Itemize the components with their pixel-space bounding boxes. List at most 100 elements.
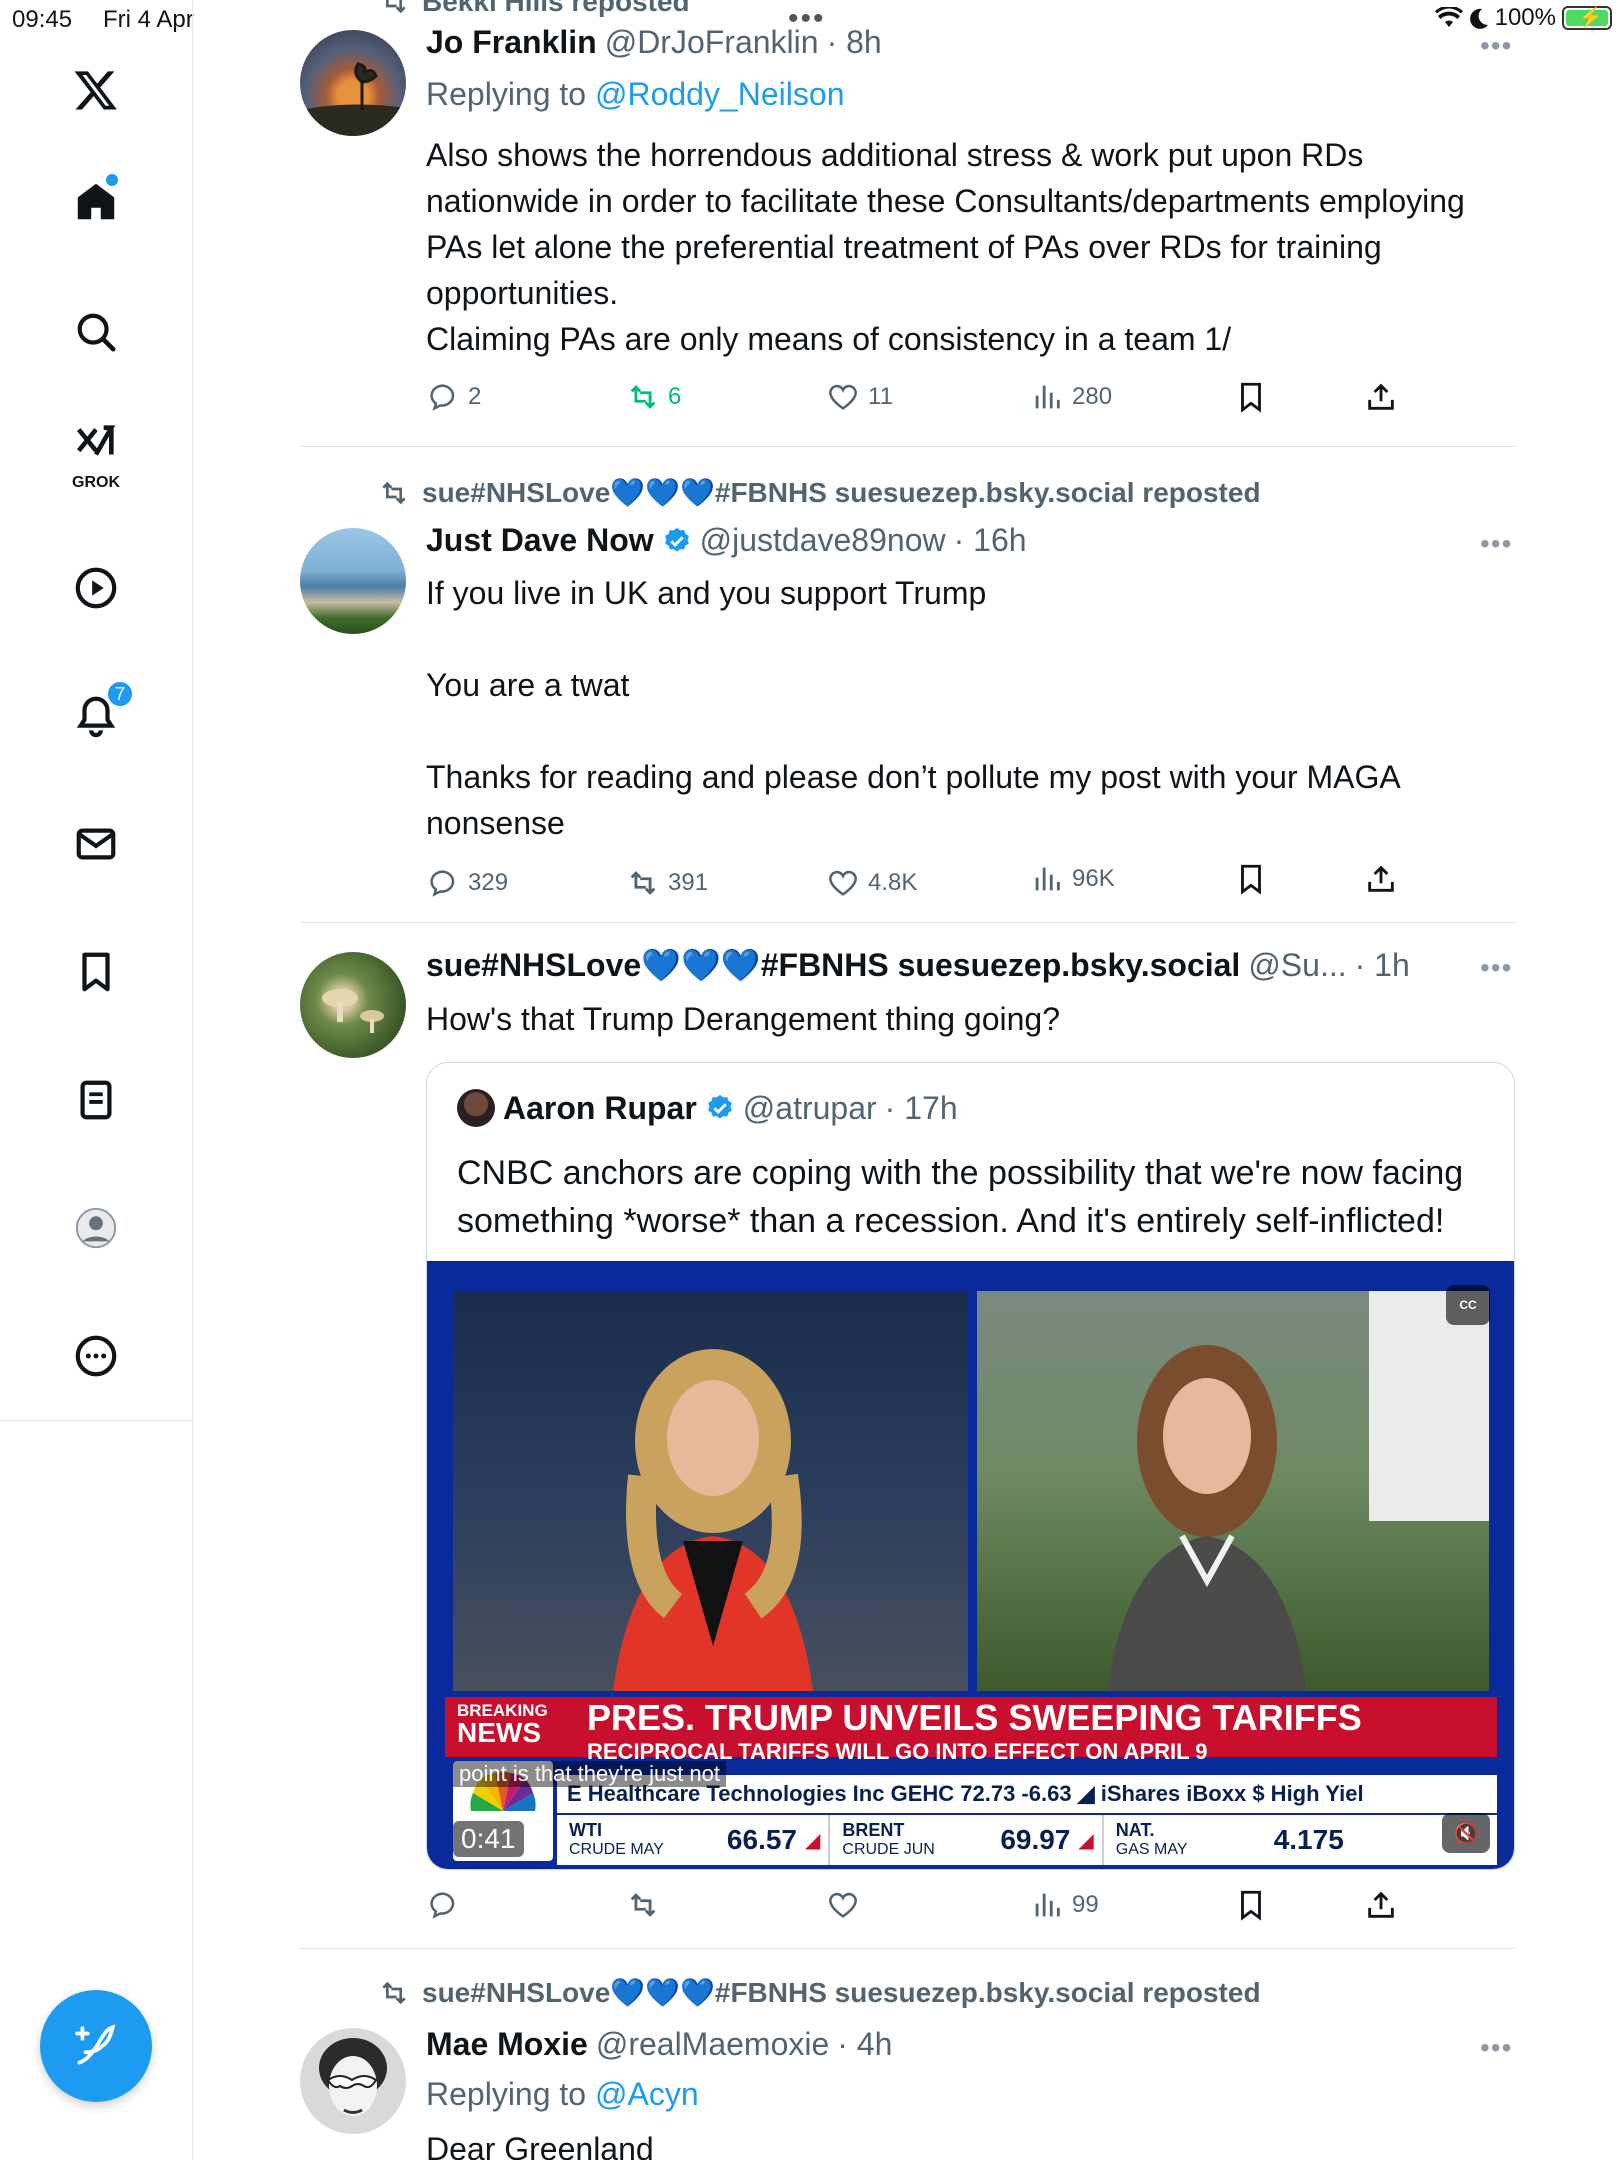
views-button[interactable]: 96K [1030, 862, 1115, 896]
more-icon[interactable] [60, 1320, 132, 1392]
share-button[interactable] [1364, 862, 1398, 896]
wifi-icon [1434, 7, 1463, 27]
video-player[interactable]: BREAKING NEWS PRES. TRUMP UNVEILS SWEEPI… [427, 1261, 1514, 1869]
author-name[interactable]: Jo Franklin [426, 24, 597, 61]
replying-to: Replying to @Roddy_Neilson [426, 76, 844, 113]
like-icon [829, 1892, 857, 1918]
author-name[interactable]: sue#NHSLove💙💙💙#FBNHS suesuezep.bsky.soci… [426, 946, 1240, 984]
market-sublabel: CRUDE JUN [842, 1841, 935, 1858]
author-handle[interactable]: @Su... [1248, 947, 1346, 984]
author-handle[interactable]: @justdave89now [700, 522, 946, 559]
tweet-text: Also shows the horrendous additional str… [426, 137, 1465, 357]
profile-icon[interactable] [60, 1192, 132, 1264]
x-logo-icon[interactable] [60, 54, 132, 126]
repost-icon [630, 1893, 656, 1917]
bell-icon[interactable]: 7 [60, 680, 134, 752]
tweet-more-icon[interactable]: ••• [1480, 528, 1512, 560]
author-name[interactable]: Just Dave Now [426, 522, 654, 559]
repost-count: 391 [668, 869, 709, 896]
repost-icon [630, 871, 656, 895]
view-count: 99 [1072, 1891, 1099, 1918]
tweet-time[interactable]: · 1h [1355, 947, 1410, 984]
mute-icon[interactable]: 🔇 [1442, 1813, 1490, 1853]
home-icon[interactable] [60, 166, 132, 238]
repost-icon [630, 385, 656, 409]
quoted-tweet-time[interactable]: · 17h [885, 1090, 958, 1127]
market-item: WTI CRUDE MAY 66.57 ◢ [557, 1815, 831, 1865]
repost-button[interactable]: 6 [626, 380, 681, 414]
notifications-badge: 7 [106, 680, 134, 708]
grok-label: GROK [72, 474, 120, 491]
author-handle[interactable]: @DrJoFranklin [605, 24, 819, 61]
bookmark-icon [1241, 382, 1261, 413]
repost-icon [382, 481, 406, 504]
like-count: 11 [868, 383, 893, 410]
like-button[interactable] [826, 1888, 860, 1922]
video-icon[interactable] [60, 552, 132, 624]
repost-button[interactable] [626, 1888, 660, 1922]
bookmark-button[interactable] [1234, 1888, 1268, 1922]
breaking-news-label: BREAKING NEWS [457, 1702, 548, 1747]
market-value: 66.57 [726, 1824, 797, 1855]
author-name[interactable]: Mae Moxie [426, 2026, 588, 2063]
search-icon[interactable] [60, 296, 132, 368]
lists-icon[interactable] [60, 1064, 132, 1136]
views-icon [1035, 1893, 1060, 1917]
avatar[interactable] [300, 30, 406, 136]
quoted-author-name[interactable]: Aaron Rupar [503, 1090, 697, 1127]
bookmark-button[interactable] [1234, 380, 1268, 414]
repost-button[interactable]: 391 [626, 866, 708, 900]
replying-to: Replying to @Acyn [426, 2076, 699, 2113]
avatar[interactable] [300, 952, 406, 1058]
views-button[interactable]: 99 [1030, 1888, 1099, 1922]
sidebar-divider [0, 1420, 193, 1421]
compose-button[interactable] [40, 1990, 152, 2102]
repost-context: sue#NHSLove💙💙💙#FBNHS suesuezep.bsky.soci… [378, 476, 1261, 509]
reply-button[interactable]: 2 [426, 380, 481, 414]
tweet-header: Jo Franklin @DrJoFranklin · 8h [426, 24, 882, 61]
reply-button[interactable] [426, 1888, 460, 1922]
bookmark-button[interactable] [1234, 862, 1268, 896]
market-label: NAT. [1115, 1820, 1155, 1840]
like-button[interactable]: 4.8K [826, 866, 917, 900]
share-button[interactable] [1364, 380, 1398, 414]
view-count: 280 [1072, 383, 1113, 410]
reply-icon [430, 384, 455, 411]
quoted-avatar[interactable] [457, 1089, 495, 1127]
avatar[interactable] [300, 528, 406, 634]
share-button[interactable] [1364, 1888, 1398, 1922]
views-button[interactable]: 280 [1030, 380, 1112, 414]
tweet-text: Dear Greenland [426, 2131, 654, 2160]
reply-button[interactable]: 329 [426, 866, 508, 900]
tweet-time[interactable]: · 8h [827, 24, 882, 61]
replying-to-link[interactable]: @Roddy_Neilson [595, 76, 845, 112]
quoted-tweet[interactable]: Aaron Rupar @atrupar · 17h CNBC anchors … [426, 1062, 1515, 1870]
tweet-more-icon[interactable]: ••• [1480, 30, 1512, 62]
quoted-tweet-header: Aaron Rupar @atrupar · 17h [457, 1089, 958, 1127]
grok-icon[interactable]: GROK [60, 416, 132, 491]
market-item: NAT. GAS MAY 4.175 [1104, 1815, 1344, 1865]
market-value: 4.175 [1273, 1824, 1344, 1855]
closed-captions-icon[interactable]: CC [1446, 1285, 1490, 1325]
tweet-actions: 329 391 4.8K 96K [426, 864, 1426, 906]
quoted-author-handle[interactable]: @atrupar [743, 1090, 877, 1127]
replying-to-link[interactable]: @Acyn [595, 2076, 699, 2112]
compose-icon [75, 2024, 116, 2065]
battery-icon: ⚡ [1562, 6, 1612, 30]
bookmark-icon[interactable] [60, 936, 132, 1008]
share-icon [1368, 383, 1394, 410]
tweet-header: sue#NHSLove💙💙💙#FBNHS suesuezep.bsky.soci… [426, 946, 1410, 984]
repost-icon [386, 0, 406, 14]
repost-icon [382, 1981, 406, 2004]
tweet-more-icon[interactable]: ••• [1480, 952, 1512, 984]
tweet-time[interactable]: · 16h [954, 522, 1027, 559]
mail-icon[interactable] [60, 808, 132, 880]
moon-icon [1469, 8, 1488, 29]
like-button[interactable]: 11 [826, 380, 893, 414]
tweet-more-icon[interactable]: ••• [1480, 2032, 1512, 2064]
avatar[interactable] [300, 2028, 406, 2134]
repost-context-text: Bekki Hills reposted [422, 0, 690, 17]
author-handle[interactable]: @realMaemoxie [596, 2026, 829, 2063]
tweet-time[interactable]: · 4h [837, 2026, 892, 2063]
market-label: WTI [569, 1820, 602, 1840]
